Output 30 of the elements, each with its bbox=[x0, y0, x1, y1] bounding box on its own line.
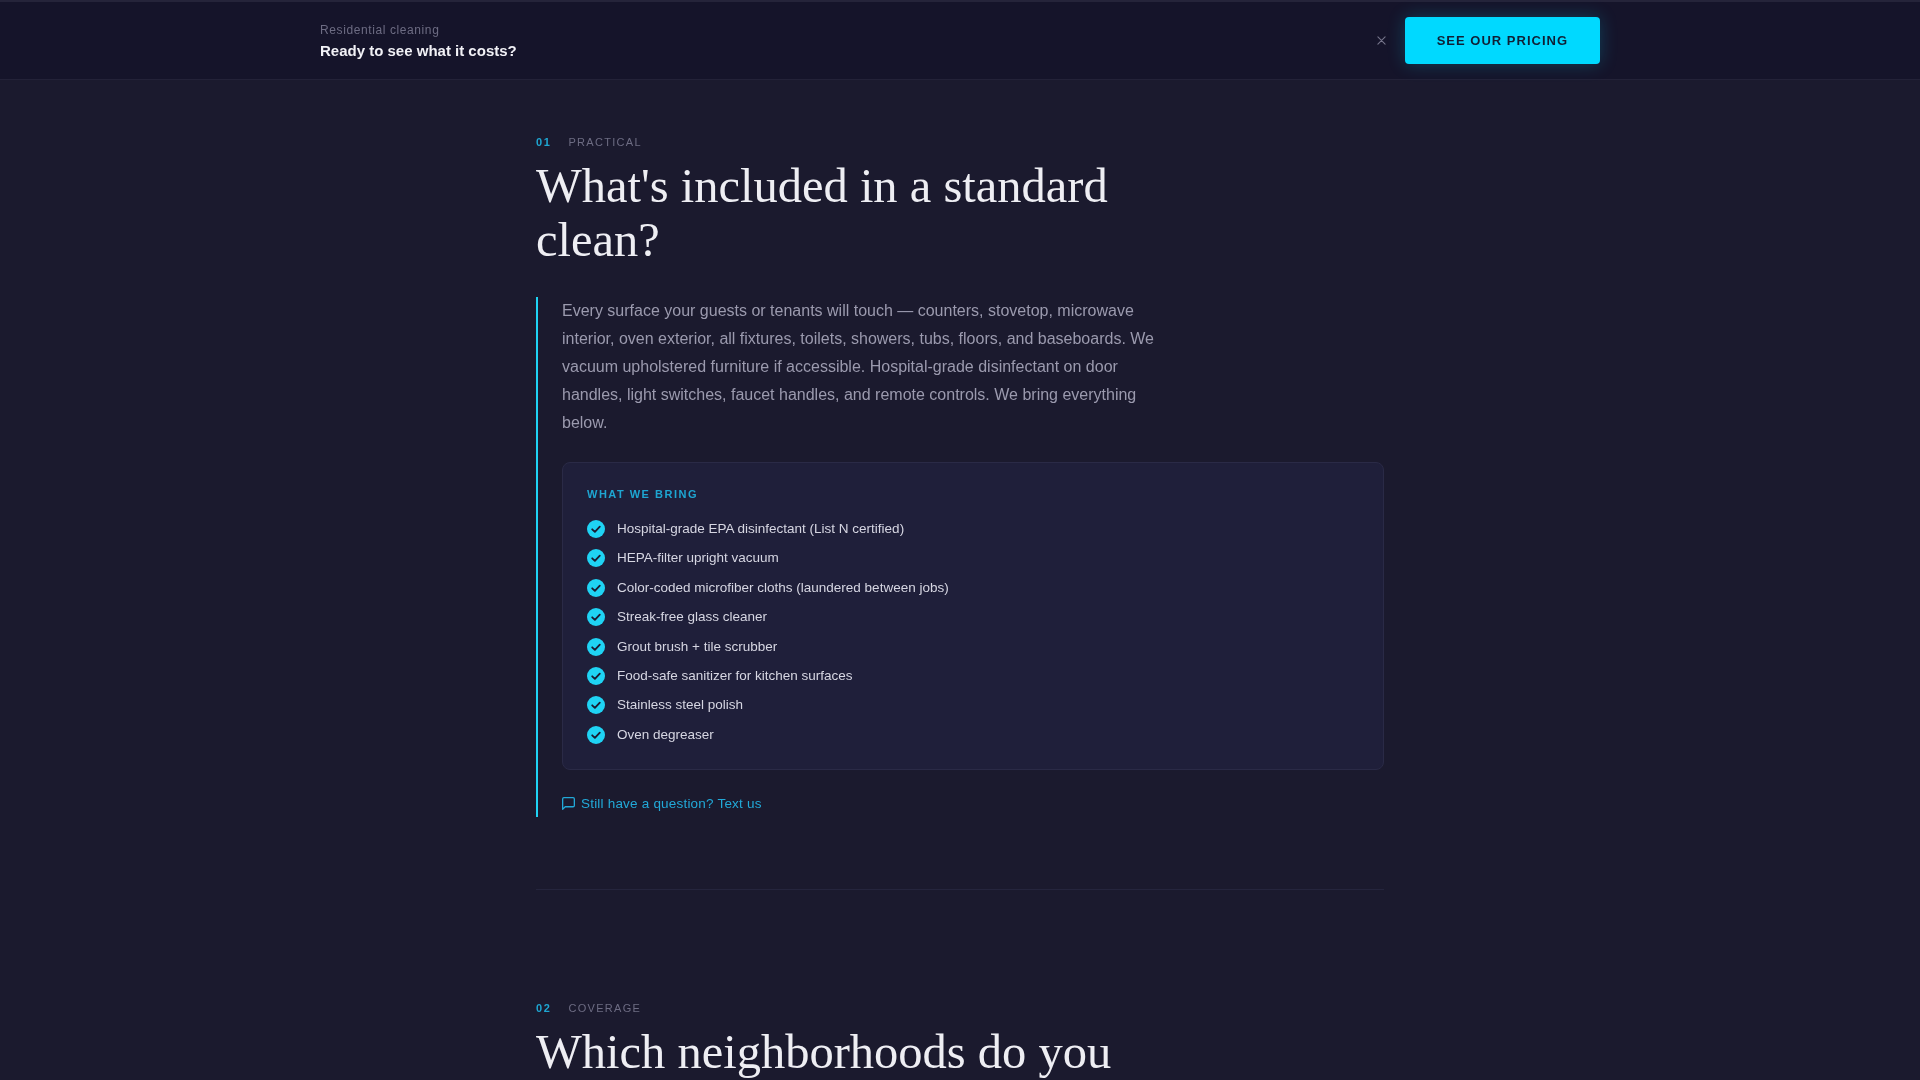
text-us-link[interactable]: Still have a question? Text us bbox=[562, 793, 762, 814]
check-circle-icon bbox=[587, 666, 605, 685]
checklist-item: Streak-free glass cleaner bbox=[617, 608, 768, 627]
check-circle-icon bbox=[587, 608, 605, 627]
checklist-item: Stainless steel polish bbox=[617, 696, 744, 715]
checklist-item: HEPA-filter upright vacuum bbox=[617, 549, 779, 568]
checklist-item: Oven degreaser bbox=[617, 725, 714, 744]
check-circle-icon bbox=[587, 520, 605, 538]
section-category: COVERAGE bbox=[568, 1001, 642, 1017]
checklist-item: Grout brush + tile scrubber bbox=[617, 637, 778, 656]
close-icon bbox=[1376, 36, 1386, 45]
section-category: PRACTICAL bbox=[568, 135, 642, 150]
check-circle-icon bbox=[587, 549, 605, 568]
check-circle-icon bbox=[587, 637, 605, 656]
checklist-item: Food-safe sanitizer for kitchen surfaces bbox=[617, 666, 853, 685]
speech-bubble-icon bbox=[562, 797, 575, 811]
section-number: 01 bbox=[536, 135, 552, 150]
check-circle-icon bbox=[587, 725, 605, 744]
checklist-title: WHAT WE BRING bbox=[587, 487, 699, 501]
section-heading: Which neighborhoods do you bbox=[536, 1025, 1113, 1080]
pricing-button[interactable]: SEE OUR PRICING bbox=[1404, 17, 1600, 64]
section-heading: What's included in a standard clean? bbox=[536, 159, 1109, 267]
banner-title: Ready to see what it costs? bbox=[320, 40, 517, 60]
banner-eyebrow: Residential cleaning bbox=[320, 21, 440, 38]
check-circle-icon bbox=[587, 578, 605, 597]
checklist-item: Color-coded microfiber cloths (laundered between jobs) bbox=[617, 578, 949, 597]
answer-paragraph: Every surface your guests or tenants will touch — counters, stovetop, microwave interior, oven exterior, all fixtures, toilets, showers, tubs, floors, and baseboards. We vacuum upholstered furniture if accessible. Hospital-grade disinfectant on door handles, light switches, faucet handles, and remote controls. We bring everything below. bbox=[562, 301, 1155, 433]
check-circle-icon bbox=[587, 696, 605, 715]
section-number: 02 bbox=[536, 1001, 552, 1017]
checklist-item: Hospital-grade EPA disinfectant (List N certified) bbox=[617, 520, 905, 538]
